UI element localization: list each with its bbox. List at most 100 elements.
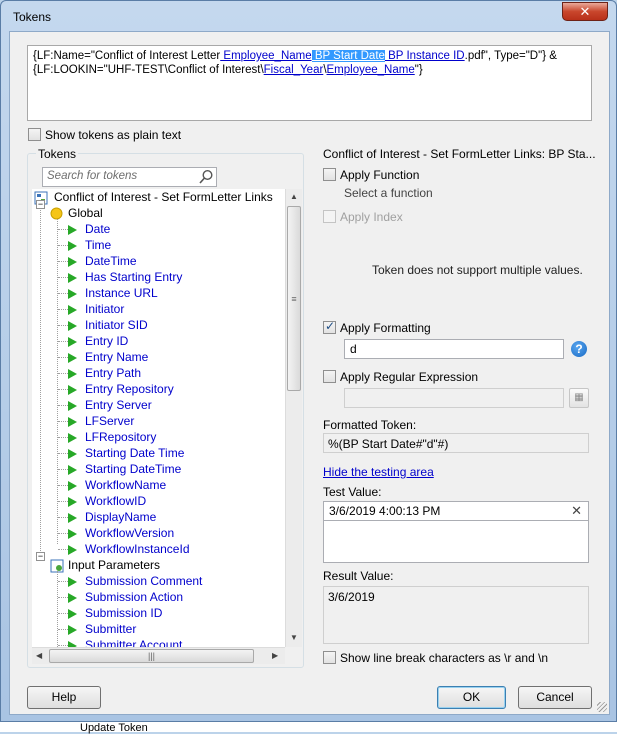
token-leaf[interactable]: Initiator SID	[68, 317, 148, 333]
help-button[interactable]: Help	[27, 686, 101, 709]
token-options-panel: Conflict of Interest - Set FormLetter Li…	[315, 147, 600, 667]
search-input[interactable]: Search for tokens	[42, 167, 217, 187]
checkbox-box[interactable]	[323, 168, 336, 182]
token-leaf[interactable]: WorkflowID	[68, 493, 146, 509]
clear-icon[interactable]: ✕	[571, 503, 582, 519]
scroll-up-icon[interactable]: ▲	[290, 192, 298, 201]
token-icon	[68, 416, 77, 427]
tree-guide	[58, 645, 68, 646]
token-leaf[interactable]: Entry Server	[68, 397, 152, 413]
token-leaf[interactable]: Time	[68, 237, 111, 253]
hide-testing-area-link[interactable]: Hide the testing area	[323, 465, 434, 479]
collapse-global-icon[interactable]: −	[36, 200, 45, 209]
result-value-field: 3/6/2019	[323, 586, 589, 644]
tree-horizontal-scrollbar[interactable]: ◀ ||| ▶	[32, 647, 285, 664]
token-employee-name-2[interactable]: Employee_Name	[327, 64, 415, 76]
token-employee-name[interactable]: Employee_Name	[220, 50, 311, 62]
token-leaf[interactable]: LFServer	[68, 413, 134, 429]
token-leaf[interactable]: Entry Path	[68, 365, 141, 381]
token-bp-instance-id[interactable]: BP Instance ID	[385, 50, 465, 62]
expr-text: "}	[414, 64, 423, 76]
token-leaf[interactable]: WorkflowVersion	[68, 525, 174, 541]
tree-guide	[58, 261, 68, 262]
token-label: WorkflowName	[85, 478, 167, 492]
tree-guide	[58, 517, 68, 518]
token-leaf[interactable]: Submitter Account	[68, 637, 182, 647]
test-value-text: 3/6/2019 4:00:13 PM	[329, 504, 441, 518]
token-leaf[interactable]: Submitter	[68, 621, 136, 637]
token-leaf[interactable]: Date	[68, 221, 110, 237]
tree-guide	[58, 405, 68, 406]
vertical-scroll-thumb[interactable]: ≡	[287, 206, 301, 391]
horizontal-scroll-thumb[interactable]: |||	[49, 649, 254, 663]
token-leaf[interactable]: Entry Name	[68, 349, 148, 365]
input-label: Input Parameters	[68, 558, 161, 572]
token-leaf[interactable]: DisplayName	[68, 509, 156, 525]
token-icon	[68, 368, 77, 379]
token-leaf[interactable]: LFRepository	[68, 429, 156, 445]
token-label: DisplayName	[85, 510, 157, 524]
tree-guide	[58, 357, 68, 358]
test-value-area[interactable]	[323, 521, 589, 563]
tokens-group: Tokens Search for tokens Conflict of Int…	[27, 147, 304, 668]
scroll-left-icon[interactable]: ◀	[36, 651, 42, 660]
tree-guide	[58, 293, 68, 294]
test-value-input[interactable]: 3/6/2019 4:00:13 PM ✕	[323, 501, 589, 521]
close-button[interactable]: ✕	[562, 2, 608, 21]
token-icon	[68, 304, 77, 315]
group-title: Tokens	[36, 147, 79, 161]
token-leaf[interactable]: Entry Repository	[68, 381, 174, 397]
token-label: LFRepository	[85, 430, 157, 444]
token-tree[interactable]: Conflict of Interest - Set FormLetter Li…	[32, 189, 285, 647]
tree-guide	[58, 597, 68, 598]
token-fiscal-year[interactable]: Fiscal_Year	[264, 64, 324, 76]
tree-root[interactable]: Conflict of Interest - Set FormLetter Li…	[34, 189, 273, 205]
token-leaf[interactable]: Submission Comment	[68, 573, 202, 589]
token-leaf[interactable]: DateTime	[68, 253, 137, 269]
apply-formatting-checkbox[interactable]: Apply Formatting	[323, 319, 431, 335]
result-value-label: Result Value:	[323, 569, 394, 583]
apply-function-checkbox[interactable]: Apply Function	[323, 167, 419, 182]
token-expression-editor[interactable]: {LF:Name="Conflict of Interest Letter Em…	[27, 45, 592, 121]
token-leaf[interactable]: Entry ID	[68, 333, 128, 349]
token-leaf[interactable]: Submission ID	[68, 605, 162, 621]
token-leaf[interactable]: Instance URL	[68, 285, 158, 301]
token-leaf[interactable]: WorkflowInstanceId	[68, 541, 190, 557]
scroll-right-icon[interactable]: ▶	[272, 651, 278, 660]
apply-regex-checkbox[interactable]: Apply Regular Expression	[323, 369, 478, 384]
token-icon	[68, 400, 77, 411]
token-leaf[interactable]: Submission Action	[68, 589, 183, 605]
token-leaf[interactable]: Starting DateTime	[68, 461, 181, 477]
cancel-button[interactable]: Cancel	[518, 686, 592, 709]
token-icon	[68, 384, 77, 395]
selected-token-title: Conflict of Interest - Set FormLetter Li…	[323, 147, 596, 161]
search-icon[interactable]	[198, 169, 214, 185]
token-leaf[interactable]: Has Starting Entry	[68, 269, 182, 285]
token-leaf[interactable]: WorkflowName	[68, 477, 166, 493]
collapse-input-icon[interactable]: −	[36, 552, 45, 561]
checkbox-box[interactable]	[323, 651, 336, 665]
token-bp-start-date[interactable]: BP Start Date	[311, 50, 385, 62]
token-label: Entry Server	[85, 398, 152, 412]
checkbox-box[interactable]	[323, 319, 336, 335]
format-value: d	[350, 342, 357, 356]
tree-vertical-scrollbar[interactable]: ▲ ≡ ▼	[285, 189, 302, 647]
token-label: Time	[85, 238, 112, 252]
tree-node-input-parameters[interactable]: Input Parameters	[50, 557, 160, 573]
token-icon	[68, 256, 77, 267]
checkbox-box[interactable]	[28, 128, 41, 142]
checkbox-box[interactable]	[323, 370, 336, 384]
token-label: Date	[85, 222, 111, 236]
format-input[interactable]: d	[344, 339, 564, 359]
line-break-checkbox[interactable]: Show line break characters as \r and \n	[323, 650, 548, 665]
token-leaf[interactable]: Starting Date Time	[68, 445, 184, 461]
scroll-down-icon[interactable]: ▼	[290, 633, 298, 642]
help-icon[interactable]: ?	[571, 341, 587, 357]
resize-grip[interactable]	[597, 702, 607, 712]
token-label: DateTime	[85, 254, 137, 268]
title-bar[interactable]: Tokens ✕	[1, 1, 616, 31]
token-icon	[68, 336, 77, 347]
ok-button[interactable]: OK	[437, 686, 506, 709]
token-leaf[interactable]: Initiator	[68, 301, 124, 317]
show-plain-text-checkbox[interactable]: Show tokens as plain text	[28, 127, 181, 142]
